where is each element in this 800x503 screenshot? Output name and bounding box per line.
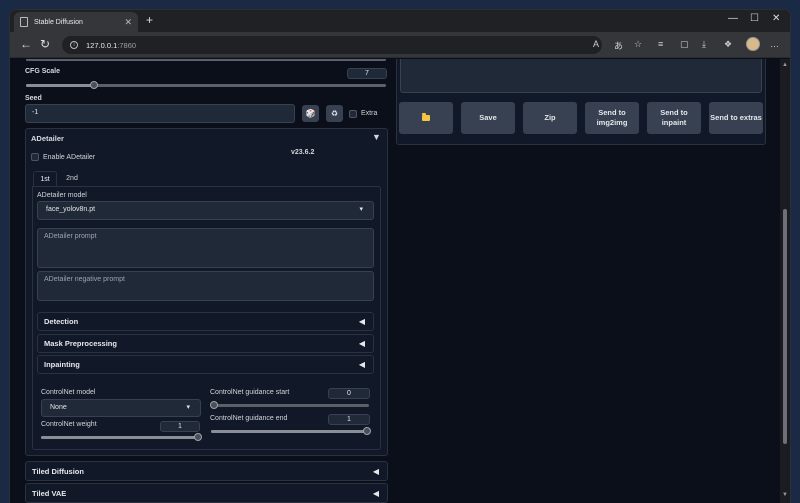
page-content: CFG Scale 7 Seed -1 🎲 ♻ Extra ADetailer …: [10, 59, 790, 503]
adetailer-version: v23.6.2: [291, 149, 315, 156]
zip-button[interactable]: Zip: [523, 102, 577, 134]
open-folder-button[interactable]: [399, 102, 453, 134]
tab-title: Stable Diffusion: [34, 18, 83, 26]
save-button[interactable]: Save: [461, 102, 515, 134]
reload-icon[interactable]: ↻: [40, 37, 50, 51]
adetailer-model-select[interactable]: face_yolov8n.pt ▾: [37, 201, 374, 220]
controlnet-guidance-start-slider-thumb[interactable]: [210, 401, 218, 409]
extra-seed-label: Extra: [361, 110, 378, 117]
maximize-icon[interactable]: ☐: [750, 13, 759, 24]
tiled-vae-label: Tiled VAE: [32, 488, 67, 498]
controlnet-guidance-end-input[interactable]: 1: [328, 414, 370, 425]
inpainting-accordion[interactable]: Inpainting ◀: [37, 355, 374, 374]
controlnet-weight-slider-thumb[interactable]: [194, 433, 202, 441]
controlnet-weight-input[interactable]: 1: [160, 421, 200, 432]
favorite-star-icon[interactable]: ☆: [634, 39, 642, 50]
detection-label: Detection: [44, 317, 79, 326]
minimize-icon[interactable]: —: [728, 13, 738, 24]
favorites-icon[interactable]: ≡: [658, 39, 663, 49]
adetailer-collapse-icon[interactable]: ▼: [372, 132, 381, 142]
mask-preprocessing-label: Mask Preprocessing: [44, 339, 117, 348]
adetailer-model-value: face_yolov8n.pt: [46, 206, 96, 213]
expand-triangle-icon: ◀: [358, 317, 365, 326]
expand-triangle-icon: ◀: [372, 488, 379, 498]
controlnet-weight-slider-fill: [41, 436, 199, 439]
more-menu-icon[interactable]: …: [770, 39, 779, 49]
controlnet-guidance-end-label: ControlNet guidance end: [210, 415, 288, 422]
tiled-vae-accordion[interactable]: Tiled VAE ◀: [25, 483, 388, 503]
mask-preprocessing-accordion[interactable]: Mask Preprocessing ◀: [37, 334, 374, 353]
controlnet-model-label: ControlNet model: [41, 389, 96, 396]
close-tab-icon[interactable]: ✕: [124, 17, 132, 28]
controlnet-guidance-end-slider-thumb[interactable]: [363, 427, 371, 435]
profile-avatar[interactable]: [746, 37, 760, 51]
adetailer-model-label: ADetailer model: [37, 192, 87, 199]
controlnet-model-select[interactable]: None ▾: [41, 399, 201, 417]
tab-1st[interactable]: 1st: [33, 171, 57, 187]
seed-label: Seed: [25, 95, 42, 102]
expand-triangle-icon: ◀: [358, 360, 365, 369]
info-icon[interactable]: i: [70, 41, 78, 49]
translate-icon[interactable]: あ: [614, 39, 623, 52]
controlnet-guidance-end-slider-fill: [211, 430, 369, 433]
controlnet-weight-label: ControlNet weight: [41, 421, 97, 428]
extensions-icon[interactable]: ❖: [724, 39, 732, 50]
detection-accordion[interactable]: Detection ◀: [37, 312, 374, 331]
chevron-down-icon: ▾: [186, 404, 190, 411]
expand-triangle-icon: ◀: [372, 466, 379, 476]
chevron-down-icon: ▾: [359, 206, 363, 213]
back-icon[interactable]: ←: [20, 37, 32, 51]
scrollbar-thumb[interactable]: [783, 209, 787, 444]
adetailer-negative-prompt-input[interactable]: ADetailer negative prompt: [37, 271, 374, 301]
downloads-icon[interactable]: ⤓: [702, 39, 706, 50]
random-seed-dice-icon[interactable]: 🎲: [302, 105, 319, 122]
tab-2nd[interactable]: 2nd: [60, 171, 84, 187]
controlnet-model-value: None: [50, 404, 67, 411]
seed-input[interactable]: -1: [25, 104, 295, 123]
partial-slider-track[interactable]: [26, 59, 386, 61]
expand-triangle-icon: ◀: [358, 339, 365, 348]
address-bar[interactable]: i 127.0.0.1 :7860: [62, 36, 602, 54]
inpainting-label: Inpainting: [44, 360, 80, 369]
reuse-seed-recycle-icon[interactable]: ♻: [326, 105, 343, 122]
read-aloud-icon[interactable]: A: [593, 39, 599, 49]
controlnet-guidance-start-input[interactable]: 0: [328, 388, 370, 399]
cfg-scale-slider-thumb[interactable]: [90, 81, 99, 89]
scroll-down-icon[interactable]: ▼: [782, 492, 788, 498]
enable-adetailer-label: Enable ADetailer: [43, 154, 96, 161]
browser-window: Stable Diffusion ✕ + — ☐ ✕ ← ↻ i 127.0.0…: [10, 10, 790, 503]
browser-toolbar: ← ↻ i 127.0.0.1 :7860 A あ ☆ ≡ ▢ ⤓ ❖ …: [10, 32, 790, 58]
title-bar: Stable Diffusion ✕ + — ☐ ✕: [10, 10, 790, 32]
new-tab-icon[interactable]: +: [146, 13, 153, 27]
send-to-img2img-button[interactable]: Send to img2img: [585, 102, 639, 134]
extra-seed-checkbox[interactable]: [349, 110, 357, 118]
page-icon: [20, 17, 28, 27]
tiled-diffusion-accordion[interactable]: Tiled Diffusion ◀: [25, 461, 388, 481]
url-port: :7860: [117, 40, 137, 50]
adetailer-title[interactable]: ADetailer: [31, 134, 64, 143]
send-to-inpaint-button[interactable]: Send to inpaint: [647, 102, 701, 134]
send-to-extras-button[interactable]: Send to extras: [709, 102, 763, 134]
cfg-scale-slider-fill: [26, 84, 95, 87]
folder-icon: [422, 113, 430, 121]
url-host: 127.0.0.1: [86, 40, 118, 50]
controlnet-guidance-start-label: ControlNet guidance start: [210, 389, 290, 396]
generation-info-box: [400, 59, 762, 93]
scroll-up-icon[interactable]: ▲: [782, 62, 788, 68]
page-scrollbar[interactable]: ▲ ▼: [780, 59, 790, 503]
tiled-diffusion-label: Tiled Diffusion: [32, 466, 84, 476]
close-window-icon[interactable]: ✕: [772, 13, 780, 24]
collections-icon[interactable]: ▢: [680, 39, 689, 50]
enable-adetailer-checkbox[interactable]: [31, 153, 39, 161]
adetailer-prompt-input[interactable]: ADetailer prompt: [37, 228, 374, 268]
browser-tab[interactable]: Stable Diffusion ✕: [14, 12, 138, 32]
cfg-scale-input[interactable]: 7: [347, 68, 387, 79]
controlnet-guidance-start-slider[interactable]: [211, 404, 369, 407]
cfg-scale-label: CFG Scale: [25, 68, 61, 75]
